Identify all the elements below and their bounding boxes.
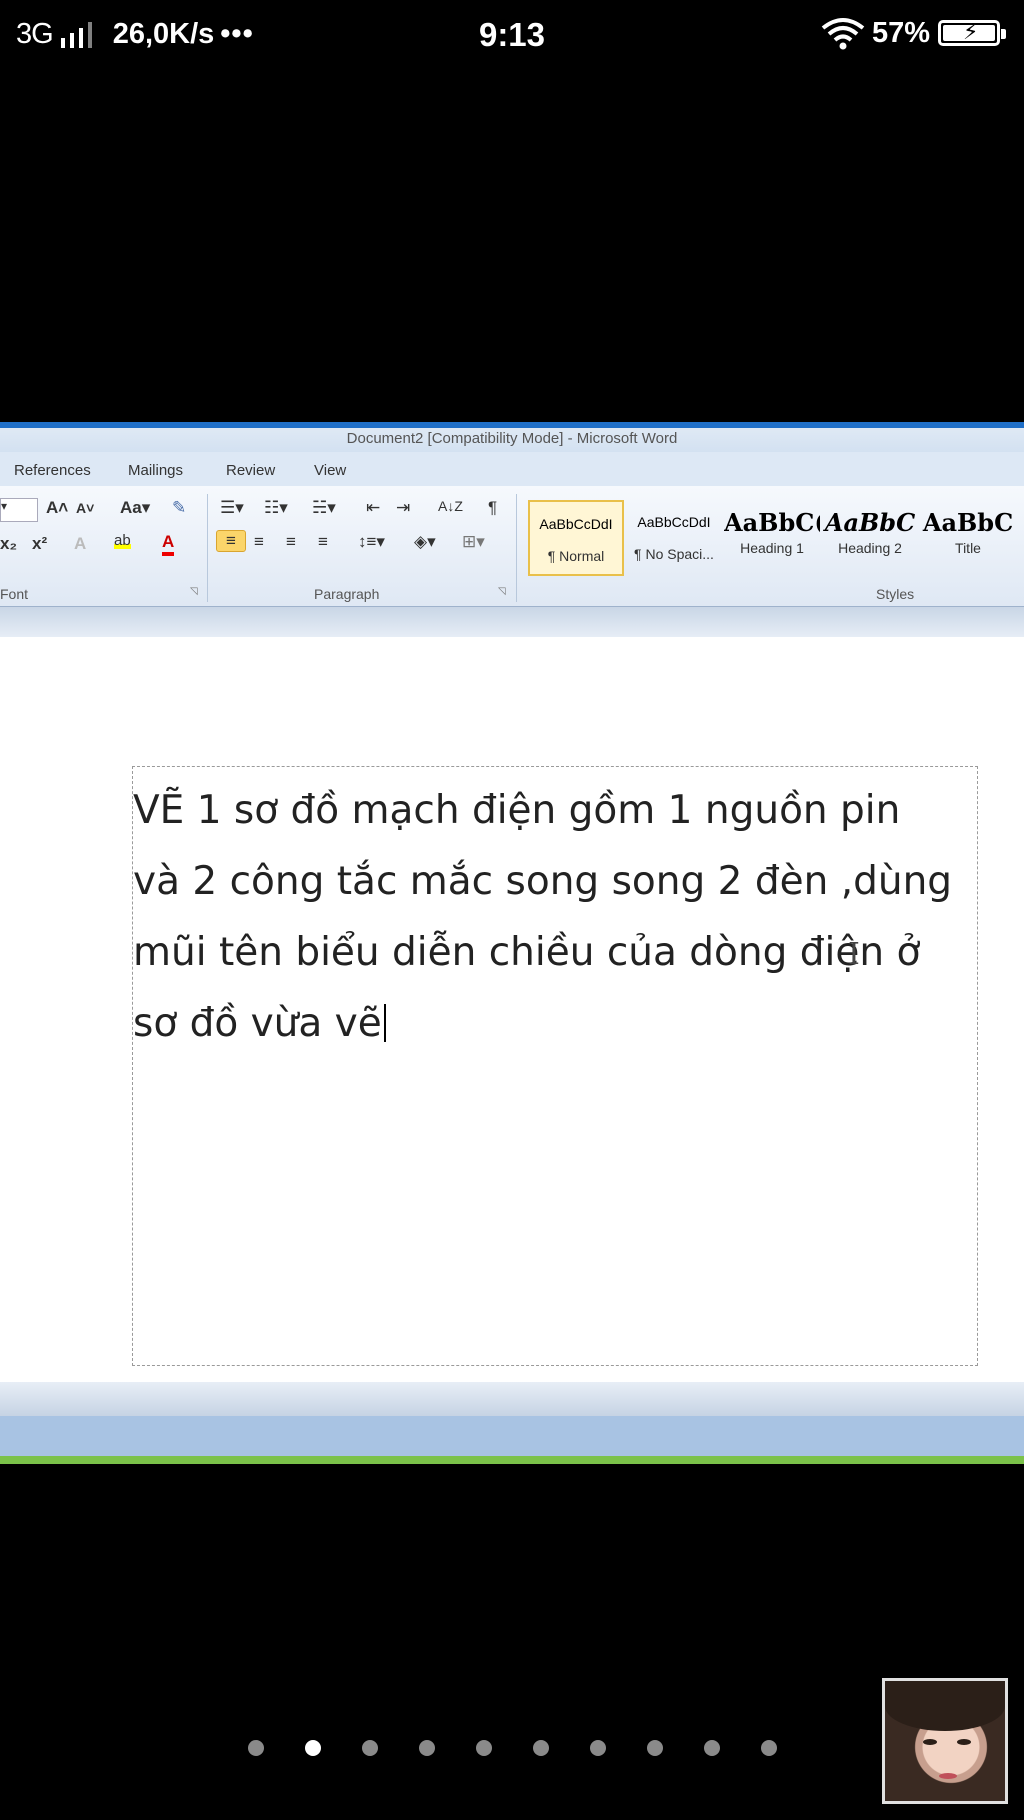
page-dot[interactable] — [533, 1740, 549, 1756]
battery-icon: ⚡ — [938, 19, 1006, 46]
page-dot[interactable] — [647, 1740, 663, 1756]
style-title[interactable]: AaBbC Title — [920, 500, 1016, 576]
borders-button[interactable]: ⊞▾ — [462, 532, 485, 552]
subscript-button[interactable]: x₂ — [0, 534, 17, 554]
style-heading-2[interactable]: AaBbC Heading 2 — [822, 500, 918, 576]
document-text[interactable]: VẼ 1 sơ đồ mạch điện gồm 1 nguồn pin và … — [133, 775, 979, 1059]
shrink-font-button[interactable]: A˅ — [76, 500, 94, 516]
text-cursor — [383, 1004, 386, 1042]
style-no-spacing[interactable]: AaBbCcDdI ¶ No Spaci... — [626, 500, 722, 576]
wifi-icon — [821, 18, 865, 50]
align-right-button[interactable]: ≡ — [286, 532, 296, 552]
status-bar-area — [0, 1416, 1024, 1456]
show-marks-button[interactable]: ¶ — [488, 498, 497, 518]
font-size-dropdown[interactable]: ▾ — [0, 498, 38, 522]
text-box[interactable]: VẼ 1 sơ đồ mạch điện gồm 1 nguồn pin và … — [132, 766, 978, 1366]
status-right: 57% ⚡ — [820, 16, 1006, 50]
line-spacing-button[interactable]: ↕≡▾ — [358, 532, 385, 552]
tab-view[interactable]: View — [314, 462, 346, 479]
style-normal[interactable]: AaBbCcDdI ¶ Normal — [528, 500, 624, 576]
decrease-indent-button[interactable]: ⇤ — [366, 498, 380, 518]
style-heading-1[interactable]: AaBbC( Heading 1 — [724, 500, 820, 576]
text-line: VẼ 1 sơ đồ mạch điện gồm 1 nguồn pin — [133, 788, 901, 833]
sort-button[interactable]: A↓Z — [438, 498, 463, 514]
word-window: Document2 [Compatibility Mode] - Microso… — [0, 422, 1024, 1464]
style-sample: AaBbCcDdI — [539, 516, 613, 532]
style-sample: AaBbC — [824, 508, 916, 536]
style-name: ¶ Normal — [547, 548, 605, 564]
style-sample: AaBbC — [922, 508, 1014, 536]
font-dialog-launcher-icon[interactable]: ◹ — [190, 586, 198, 597]
increase-indent-button[interactable]: ⇥ — [396, 498, 410, 518]
style-name: Title — [955, 540, 981, 556]
multilevel-list-button[interactable]: ☵▾ — [312, 498, 336, 518]
clear-formatting-icon[interactable]: ✎ — [172, 498, 186, 518]
highlight-button[interactable]: ab — [114, 532, 131, 549]
page-indicator — [0, 1740, 1024, 1760]
style-name: Heading 1 — [740, 540, 804, 556]
window-bottom-border — [0, 1456, 1024, 1464]
group-divider — [516, 494, 517, 602]
tab-review[interactable]: Review — [226, 462, 275, 479]
ribbon: ▾ A˄ A˅ Aa▾ ✎ x₂ x² A ab A Font ◹ ☰▾ ☷▾ … — [0, 486, 1024, 607]
battery-percent: 57% — [871, 16, 930, 49]
page-dot[interactable] — [419, 1740, 435, 1756]
styles-group-label: Styles — [876, 586, 915, 602]
tab-references[interactable]: References — [14, 462, 91, 479]
window-title: Document2 [Compatibility Mode] - Microso… — [0, 422, 1024, 452]
group-divider — [207, 494, 208, 602]
align-left-button[interactable]: ≡ — [216, 530, 246, 552]
page-dot[interactable] — [476, 1740, 492, 1756]
tab-mailings[interactable]: Mailings — [128, 462, 183, 479]
page-dot[interactable] — [362, 1740, 378, 1756]
status-bar: 3G 26,0K/s ••• 9:13 57% ⚡ — [0, 0, 1024, 74]
justify-button[interactable]: ≡ — [318, 532, 328, 552]
font-color-button[interactable]: A — [162, 532, 175, 556]
center-button[interactable]: ≡ — [254, 532, 264, 552]
text-effects-button[interactable]: A — [74, 534, 86, 554]
style-name: Heading 2 — [838, 540, 902, 556]
text-line: sơ đồ vừa vẽ — [133, 1001, 382, 1046]
paragraph-dialog-launcher-icon[interactable]: ◹ — [498, 586, 506, 597]
font-group-label: Font — [0, 586, 29, 602]
shading-button[interactable]: ◈▾ — [414, 532, 436, 552]
style-sample: AaBbC( — [724, 508, 820, 536]
grow-font-button[interactable]: A˄ — [46, 498, 68, 518]
page-dot[interactable] — [704, 1740, 720, 1756]
ibeam-cursor-icon: I — [848, 937, 860, 972]
style-sample: AaBbCcDdI — [637, 514, 711, 530]
bullets-button[interactable]: ☰▾ — [220, 498, 244, 518]
text-line: và 2 công tắc mắc song song 2 đèn ,dùng — [133, 859, 953, 904]
superscript-button[interactable]: x² — [32, 534, 47, 554]
paragraph-group-label: Paragraph — [314, 586, 380, 602]
page-dot[interactable] — [590, 1740, 606, 1756]
ribbon-tabs: References Mailings Review View — [0, 452, 1024, 486]
numbering-button[interactable]: ☷▾ — [264, 498, 288, 518]
avatar[interactable] — [882, 1678, 1008, 1804]
change-case-button[interactable]: Aa▾ — [120, 498, 150, 518]
page-dot[interactable] — [248, 1740, 264, 1756]
page-dot[interactable] — [761, 1740, 777, 1756]
ruler-strip — [0, 607, 1024, 637]
page-dot-active[interactable] — [305, 1740, 321, 1756]
horizontal-scrollbar[interactable] — [0, 1382, 1024, 1416]
style-name: ¶ No Spaci... — [634, 546, 714, 562]
